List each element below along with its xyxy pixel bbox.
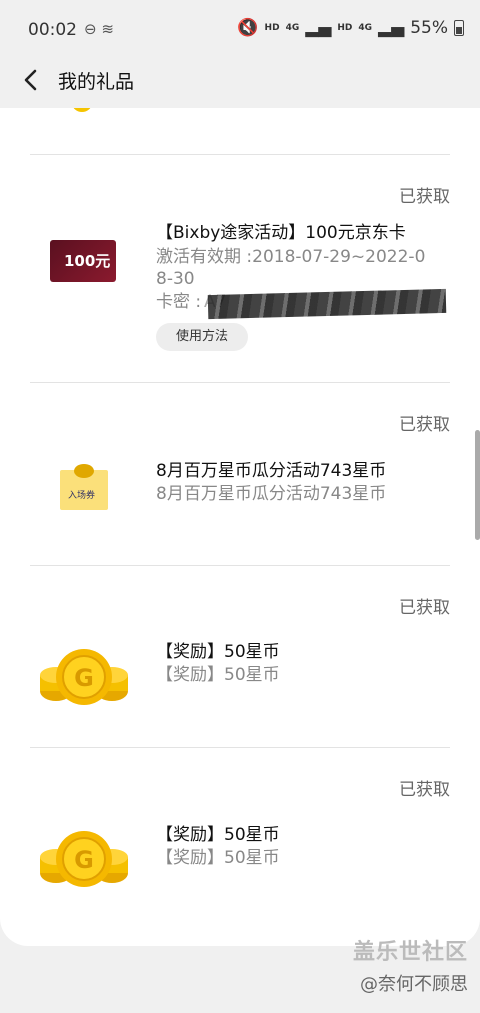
signal-icon-1: ▂▄ bbox=[305, 18, 332, 38]
status-left-icons: ⊖ ≋ bbox=[84, 20, 114, 38]
gift-status: 已获取 bbox=[399, 187, 450, 207]
coin-icon-text: G bbox=[74, 664, 94, 692]
ticket-icon: 入场券 bbox=[60, 464, 108, 510]
status-right-icons: 🔇 HD 4G ▂▄ HD 4G ▂▄ 55% bbox=[237, 18, 464, 38]
gift-status: 已获取 bbox=[399, 598, 450, 618]
watermark-author: @奈何不顾思 bbox=[360, 974, 468, 995]
card-key-label: 卡密 : bbox=[156, 292, 202, 312]
gift-name: 【Bixby途家活动】100元京东卡 bbox=[156, 223, 406, 243]
jd-card-icon-text: 100元 bbox=[64, 252, 111, 270]
gift-item-jd-card[interactable]: 已获取 100元 【Bixby途家活动】100元京东卡 激活有效期 :2018-… bbox=[0, 154, 480, 382]
gift-desc: 【奖励】50星币 bbox=[156, 848, 280, 868]
back-button[interactable] bbox=[18, 66, 46, 94]
gift-status: 已获取 bbox=[399, 780, 450, 800]
jd-card-icon: 100元 bbox=[50, 240, 116, 282]
back-arrow-icon bbox=[24, 69, 37, 91]
signal-icon-2: ▂▄ bbox=[378, 18, 405, 38]
coin-icon-text: G bbox=[74, 846, 94, 874]
app-bar: 我的礼品 bbox=[0, 56, 480, 108]
scrollbar[interactable] bbox=[475, 430, 480, 540]
gift-list: 已获取 100元 【Bixby途家活动】100元京东卡 激活有效期 :2018-… bbox=[0, 108, 480, 946]
battery-icon bbox=[454, 20, 464, 36]
watermark-site: 盖乐世社区 bbox=[352, 940, 468, 965]
gift-name: 8月百万星币瓜分活动743星币 bbox=[156, 461, 387, 481]
gift-validity: 激活有效期 :2018-07-29~2022-08-30 bbox=[156, 247, 426, 289]
how-to-use-button[interactable]: 使用方法 bbox=[156, 323, 248, 351]
gold-coin-icon: G bbox=[40, 831, 128, 887]
gift-item-star-coins[interactable]: 已获取 入场券 8月百万星币瓜分活动743星币 8月百万星币瓜分活动743星币 bbox=[0, 382, 480, 565]
network-label-1: 4G bbox=[285, 23, 300, 33]
gold-coin-icon: G bbox=[40, 649, 128, 705]
gift-item-reward-2[interactable]: 已获取 G 【奖励】50星币 【奖励】50星币 bbox=[0, 747, 480, 937]
ticket-icon-text: 入场券 bbox=[68, 491, 96, 501]
gift-desc: 8月百万星币瓜分活动743星币 bbox=[156, 484, 387, 504]
wifi-icon: ≋ bbox=[101, 20, 114, 38]
hd-label-1: HD bbox=[264, 23, 280, 33]
status-time: 00:02 bbox=[28, 20, 77, 40]
gift-desc: 【奖励】50星币 bbox=[156, 665, 280, 685]
status-bar: 00:02 ⊖ ≋ 🔇 HD 4G ▂▄ HD 4G ▂▄ 55% bbox=[0, 0, 480, 60]
partial-coin-icon bbox=[72, 108, 92, 112]
mute-icon: 🔇 bbox=[237, 18, 259, 38]
redaction-scribble bbox=[207, 288, 447, 320]
gift-status: 已获取 bbox=[399, 415, 450, 435]
gift-name: 【奖励】50星币 bbox=[156, 642, 280, 662]
gift-name: 【奖励】50星币 bbox=[156, 825, 280, 845]
page-title: 我的礼品 bbox=[58, 71, 135, 93]
battery-percent: 55% bbox=[410, 18, 448, 38]
gift-item-reward-1[interactable]: 已获取 G 【奖励】50星币 【奖励】50星币 bbox=[0, 565, 480, 747]
network-label-2: 4G bbox=[358, 23, 373, 33]
hd-label-2: HD bbox=[337, 23, 353, 33]
